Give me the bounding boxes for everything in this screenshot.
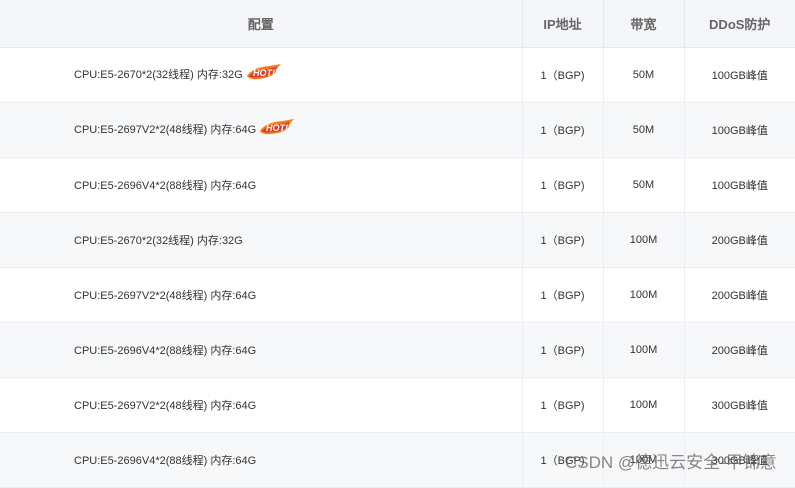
csdn-watermark: CSDN @德迅云安全-甲锦意	[565, 453, 777, 472]
config-text: CPU:E5-2670*2(32线程) 内存:32G	[74, 69, 243, 82]
config-cell: CPU:E5-2697V2*2(48线程) 内存:64G	[0, 377, 523, 433]
ip-cell: 1（BGP)	[522, 102, 604, 158]
ddos-cell: 200GB峰值	[684, 322, 795, 378]
header-config: 配置	[0, 0, 523, 48]
config-cell: CPU:E5-2670*2(32线程) 内存:32G HOT!	[0, 47, 523, 103]
table-row: CPU:E5-2697V2*2(48线程) 内存:64G HOT! 1（BGP) …	[0, 102, 795, 158]
hot-badge-icon: HOT!	[259, 118, 295, 139]
hot-badge-icon: HOT!	[246, 63, 282, 84]
ip-cell: 1（BGP)	[522, 47, 604, 103]
bandwidth-cell: 100M	[603, 377, 685, 433]
hot-badge-text: HOT!	[253, 68, 275, 78]
bandwidth-cell: 100M	[603, 212, 685, 268]
header-ddos: DDoS防护	[684, 0, 795, 48]
bandwidth-cell: 100M	[603, 322, 685, 378]
bandwidth-cell: 50M	[603, 47, 685, 103]
table-header-row: 配置 IP地址 带宽 DDoS防护	[0, 0, 795, 48]
ip-cell: 1（BGP)	[522, 157, 604, 213]
header-ip: IP地址	[522, 0, 604, 48]
ip-cell: 1（BGP)	[522, 267, 604, 323]
config-cell: CPU:E5-2696V4*2(88线程) 内存:64G	[0, 322, 523, 378]
table-row: CPU:E5-2697V2*2(48线程) 内存:64G 1（BGP) 100M…	[0, 267, 795, 323]
table-row: CPU:E5-2696V4*2(88线程) 内存:64G 1（BGP) 100M…	[0, 322, 795, 378]
table-row: CPU:E5-2697V2*2(48线程) 内存:64G 1（BGP) 100M…	[0, 377, 795, 433]
config-cell: CPU:E5-2697V2*2(48线程) 内存:64G HOT!	[0, 102, 523, 158]
ddos-cell: 200GB峰值	[684, 212, 795, 268]
table-row: CPU:E5-2670*2(32线程) 内存:32G 1（BGP) 100M 2…	[0, 212, 795, 268]
ip-cell: 1（BGP)	[522, 322, 604, 378]
config-cell: CPU:E5-2696V4*2(88线程) 内存:64G	[0, 157, 523, 213]
bandwidth-cell: 100M	[603, 267, 685, 323]
ip-cell: 1（BGP)	[522, 212, 604, 268]
config-cell: CPU:E5-2696V4*2(88线程) 内存:64G	[0, 432, 523, 488]
ddos-cell: 100GB峰值	[684, 102, 795, 158]
ddos-cell: 300GB峰值	[684, 377, 795, 433]
config-text: CPU:E5-2697V2*2(48线程) 内存:64G	[74, 124, 257, 137]
table-row: CPU:E5-2696V4*2(88线程) 内存:64G 1（BGP) 50M …	[0, 157, 795, 213]
table-row: CPU:E5-2670*2(32线程) 内存:32G HOT! 1（BGP) 50…	[0, 47, 795, 103]
header-bandwidth: 带宽	[603, 0, 685, 48]
config-cell: CPU:E5-2697V2*2(48线程) 内存:64G	[0, 267, 523, 323]
bandwidth-cell: 50M	[603, 157, 685, 213]
bandwidth-cell: 50M	[603, 102, 685, 158]
hot-badge-text: HOT!	[266, 123, 288, 133]
ddos-cell: 100GB峰值	[684, 157, 795, 213]
config-cell: CPU:E5-2670*2(32线程) 内存:32G	[0, 212, 523, 268]
ddos-cell: 200GB峰值	[684, 267, 795, 323]
server-pricing-table: 配置 IP地址 带宽 DDoS防护 CPU:E5-2670*2(32线程) 内存…	[0, 0, 795, 488]
ip-cell: 1（BGP)	[522, 377, 604, 433]
ddos-cell: 100GB峰值	[684, 47, 795, 103]
